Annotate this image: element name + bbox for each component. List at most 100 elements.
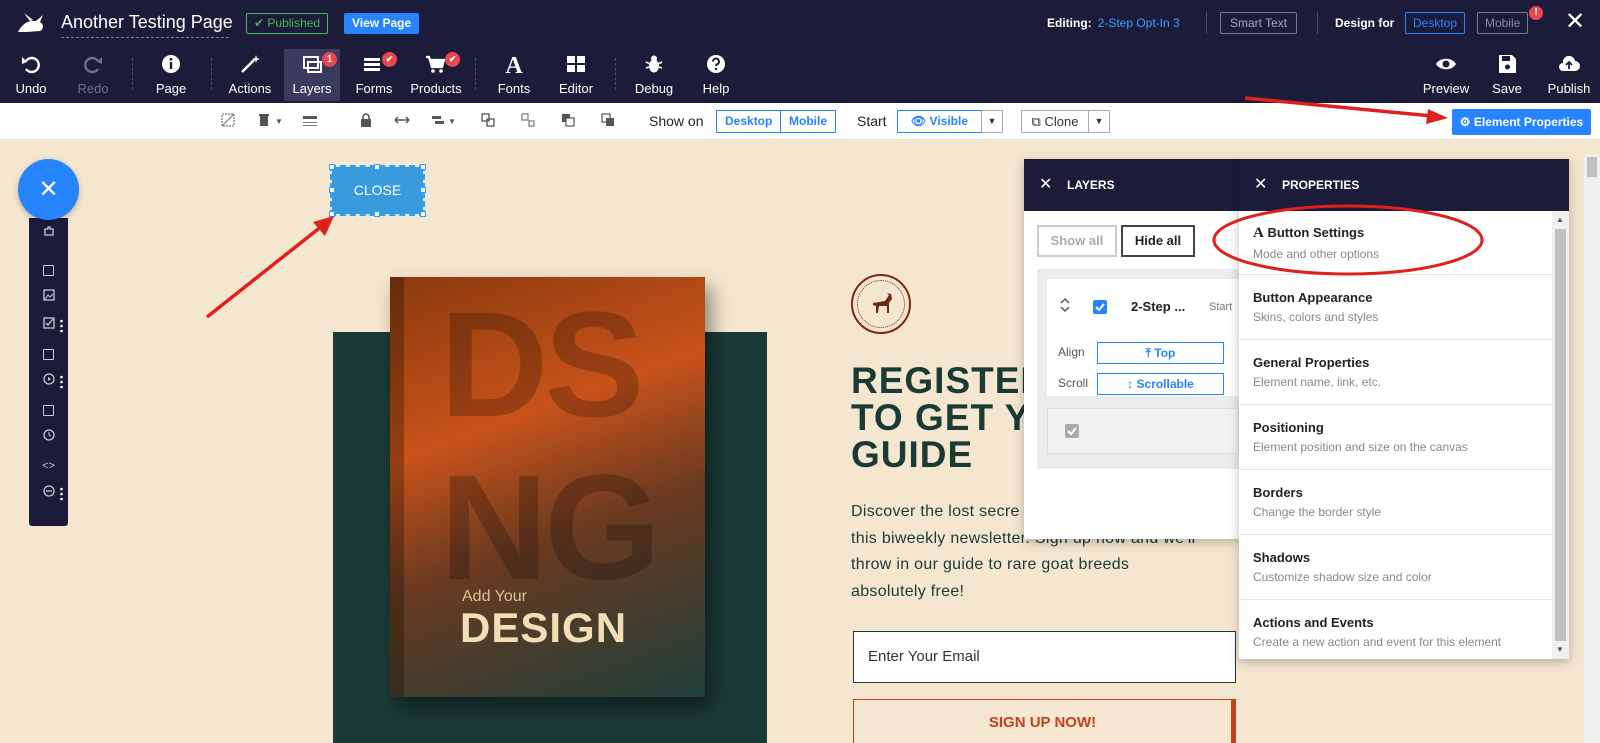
group-icon[interactable] bbox=[480, 112, 498, 130]
shadows-item[interactable]: Shadows Customize shadow size and color bbox=[1239, 536, 1552, 600]
ebook-cover-image[interactable]: DS NG Add Your DESIGN bbox=[390, 277, 705, 697]
ungroup-icon[interactable] bbox=[520, 112, 538, 130]
forms-button[interactable]: Forms ✔ bbox=[351, 49, 397, 101]
view-page-button[interactable]: View Page bbox=[344, 13, 420, 34]
save-button[interactable]: Save bbox=[1489, 49, 1525, 101]
layers-button[interactable]: Layers 1 bbox=[284, 49, 340, 101]
rabbit-logo-icon[interactable] bbox=[16, 10, 46, 36]
borders-item[interactable]: Borders Change the border style bbox=[1239, 471, 1552, 535]
close-layers-icon[interactable]: ✕ bbox=[1039, 159, 1052, 211]
redo-icon bbox=[72, 53, 114, 79]
annotation-arrow-to-close bbox=[205, 216, 334, 319]
preview-button[interactable]: Preview bbox=[1421, 49, 1471, 101]
palette-timer-icon[interactable] bbox=[29, 426, 68, 450]
page-button[interactable]: Page bbox=[150, 49, 192, 101]
resize-handle[interactable] bbox=[329, 164, 335, 170]
palette-box-icon[interactable] bbox=[29, 342, 68, 366]
sign-up-button[interactable]: SIGN UP NOW! bbox=[853, 699, 1236, 743]
close-button-element[interactable]: CLOSE bbox=[330, 165, 425, 216]
lock-icon[interactable] bbox=[358, 112, 376, 130]
palette-text-icon[interactable] bbox=[29, 258, 68, 282]
trash-dropdown-caret-icon[interactable]: ▼ bbox=[275, 117, 293, 135]
palette-video-icon[interactable] bbox=[29, 370, 68, 394]
button-settings-item[interactable]: A Button Settings Mode and other options bbox=[1239, 211, 1552, 275]
scrollable-button[interactable]: ↕ Scrollable bbox=[1097, 373, 1224, 395]
button-appearance-item[interactable]: Button Appearance Skins, colors and styl… bbox=[1239, 276, 1552, 340]
close-editor-icon[interactable]: ✕ bbox=[1565, 8, 1585, 36]
resize-handle[interactable] bbox=[420, 211, 426, 217]
palette-checkbox-icon[interactable] bbox=[29, 314, 68, 338]
palette-code-icon[interactable]: <> bbox=[29, 454, 68, 478]
hide-element-icon[interactable] bbox=[220, 112, 238, 130]
show-on-desktop-toggle[interactable]: Desktop bbox=[716, 110, 782, 133]
element-palette: <> bbox=[29, 218, 68, 526]
palette-minus-icon[interactable] bbox=[29, 482, 68, 506]
show-on-mobile-toggle[interactable]: Mobile bbox=[781, 110, 836, 133]
stretch-horizontal-icon[interactable] bbox=[394, 112, 412, 130]
general-properties-item[interactable]: General Properties Element name, link, e… bbox=[1239, 341, 1552, 405]
smart-text-button[interactable]: Smart Text bbox=[1220, 12, 1298, 34]
clone-button[interactable]: ⧉ Clone bbox=[1021, 110, 1089, 133]
show-all-button[interactable]: Show all bbox=[1037, 225, 1117, 257]
resize-handle[interactable] bbox=[329, 211, 335, 217]
layer-item: 2-Step ... Start Align ⤒ Top Scroll ↕ Sc… bbox=[1037, 269, 1239, 469]
published-status-badge: ✔ Published bbox=[246, 13, 329, 34]
scroll-down-arrow-icon[interactable]: ▼ bbox=[1556, 645, 1564, 654]
align-icon[interactable] bbox=[430, 112, 448, 130]
products-button[interactable]: Products ✔ bbox=[408, 49, 464, 101]
child-layer-item[interactable] bbox=[1047, 408, 1239, 454]
redo-button[interactable]: Redo bbox=[72, 49, 114, 101]
debug-button[interactable]: Debug bbox=[631, 49, 677, 101]
properties-scroll-thumb[interactable] bbox=[1555, 229, 1566, 641]
help-button[interactable]: Help bbox=[695, 49, 737, 101]
font-icon: A bbox=[1253, 225, 1264, 241]
fonts-button[interactable]: A Fonts bbox=[495, 49, 533, 101]
align-top-button[interactable]: ⤒ Top bbox=[1097, 342, 1224, 364]
layer-name[interactable]: 2-Step ... bbox=[1131, 299, 1185, 314]
headline: REGISTER TO GET Y GUIDE bbox=[851, 360, 1049, 475]
visibility-button[interactable]: 👁 Visible bbox=[897, 110, 982, 133]
resize-handle[interactable] bbox=[329, 187, 335, 193]
resize-handle[interactable] bbox=[374, 211, 380, 217]
hide-all-button[interactable]: Hide all bbox=[1121, 225, 1195, 257]
child-layer-checkbox[interactable] bbox=[1065, 424, 1079, 438]
editing-label: Editing: bbox=[1047, 16, 1092, 30]
editing-variant-link[interactable]: 2-Step Opt-In 3 bbox=[1098, 16, 1180, 30]
resize-handle[interactable] bbox=[420, 164, 426, 170]
publish-button[interactable]: Publish bbox=[1545, 49, 1593, 101]
bring-forward-icon[interactable] bbox=[560, 112, 578, 130]
editor-button[interactable]: Editor bbox=[555, 49, 597, 101]
layer-visibility-checkbox[interactable] bbox=[1093, 300, 1107, 314]
visibility-dropdown-caret-icon[interactable]: ▼ bbox=[981, 110, 1003, 133]
palette-image-icon[interactable] bbox=[29, 286, 68, 310]
layer-start-label: Start bbox=[1209, 301, 1233, 313]
align-dropdown-caret-icon[interactable]: ▼ bbox=[448, 117, 466, 135]
full-width-icon[interactable] bbox=[302, 112, 320, 130]
scroll-label: Scroll bbox=[1058, 376, 1089, 390]
scroll-up-arrow-icon[interactable]: ▲ bbox=[1556, 215, 1564, 224]
clone-dropdown-caret-icon[interactable]: ▼ bbox=[1088, 110, 1110, 133]
page-title[interactable]: Another Testing Page bbox=[61, 12, 233, 38]
sort-icon[interactable] bbox=[1059, 297, 1071, 313]
send-backward-icon[interactable] bbox=[600, 112, 618, 130]
actions-button[interactable]: Actions bbox=[225, 49, 275, 101]
palette-form-icon[interactable] bbox=[29, 398, 68, 422]
undo-button[interactable]: Undo bbox=[10, 49, 52, 101]
positioning-item[interactable]: Positioning Element position and size on… bbox=[1239, 406, 1552, 470]
trash-icon[interactable] bbox=[256, 112, 274, 130]
resize-handle[interactable] bbox=[420, 187, 426, 193]
actions-and-events-item[interactable]: Actions and Events Create a new action a… bbox=[1239, 601, 1552, 665]
close-properties-icon[interactable]: ✕ bbox=[1254, 159, 1267, 211]
add-element-close-button[interactable]: ✕ bbox=[18, 159, 79, 220]
page-scrollbar[interactable] bbox=[1584, 155, 1600, 743]
palette-puzzle-icon[interactable] bbox=[29, 222, 68, 246]
design-mobile-button[interactable]: Mobile bbox=[1477, 12, 1529, 34]
page-scroll-thumb[interactable] bbox=[1587, 157, 1597, 177]
design-desktop-button[interactable]: Desktop bbox=[1405, 12, 1466, 34]
resize-handle[interactable] bbox=[374, 164, 380, 170]
forms-check-badge: ✔ bbox=[382, 52, 397, 67]
element-properties-button[interactable]: ⚙ Element Properties bbox=[1452, 109, 1591, 135]
email-field[interactable]: Enter Your Email bbox=[853, 631, 1236, 683]
goat-logo[interactable] bbox=[851, 274, 911, 334]
properties-scrollbar[interactable]: ▲ ▼ bbox=[1552, 211, 1569, 659]
